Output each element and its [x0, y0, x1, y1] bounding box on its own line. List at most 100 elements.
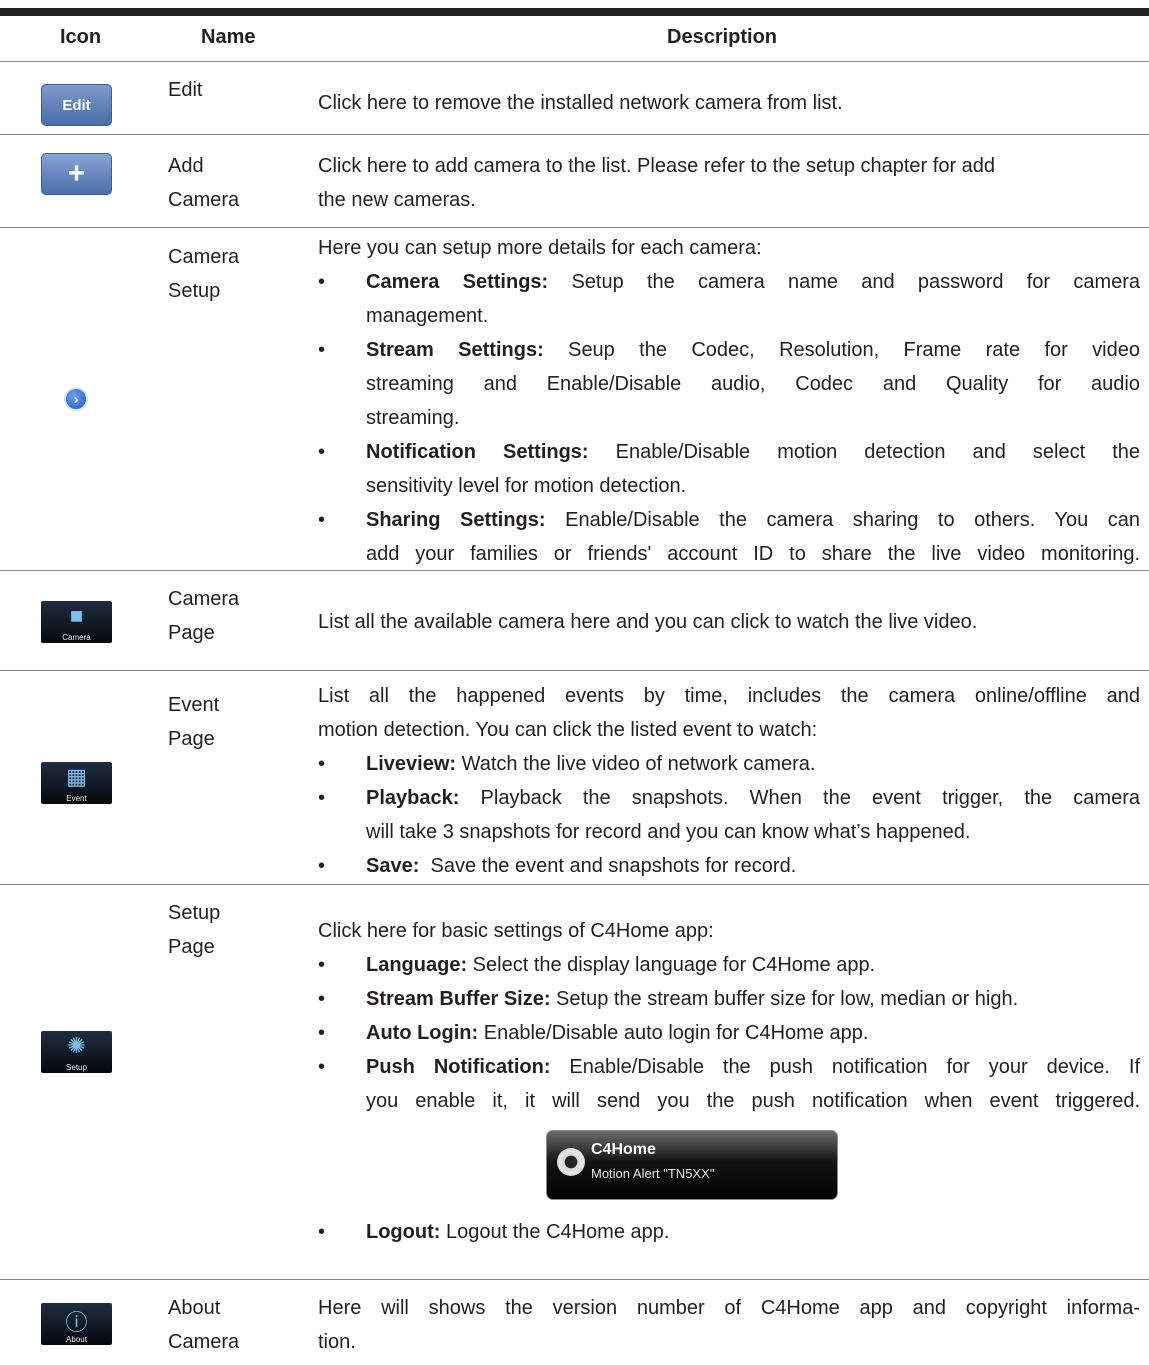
bullet-term: Playback: [366, 787, 460, 809]
bullet-line: Stream Settings: Seup the Codec, Resolut… [366, 333, 1140, 367]
name-line: Add [168, 155, 204, 177]
row-name: Camera Setup [168, 240, 239, 308]
bullet-term: Logout: [366, 1221, 441, 1243]
row-name: Event Page [168, 688, 219, 756]
row-divider [0, 134, 1149, 135]
list-item: Notification Settings: Enable/Disable mo… [318, 435, 1140, 503]
list-item: Logout: Logout the C4Home app. [318, 1215, 1140, 1249]
bullet-line: Playback: Playback the snapshots. When t… [366, 781, 1140, 815]
row-description-continued: Logout: Logout the C4Home app. [318, 1215, 1140, 1249]
row-description: List all the available camera here and y… [318, 605, 1140, 639]
bullet-term: Camera Settings: [366, 271, 549, 293]
arrow-glyph: › [73, 390, 79, 408]
tab-icon-label: Camera [62, 633, 91, 642]
name-line: Setup [168, 280, 221, 302]
bullet-text: sensitivity level for motion detection. [366, 475, 687, 497]
gear-icon: ✺ [67, 1033, 86, 1058]
bullet-text: Enable/Disable auto login for C4Home app… [478, 1022, 869, 1044]
bullet-text: Select the display language for C4Home a… [467, 954, 876, 976]
bullet-line: Logout: Logout the C4Home app. [366, 1215, 1140, 1249]
column-header-icon: Icon [60, 26, 102, 48]
description-line: Click here to add camera to the list. Pl… [318, 155, 996, 177]
list-item: Playback: Playback the snapshots. When t… [318, 781, 1140, 849]
list-item: Stream Settings: Seup the Codec, Resolut… [318, 333, 1140, 435]
name-line: Event [168, 694, 220, 716]
bullet-term: Stream Settings: [366, 339, 544, 361]
row-description: Click here to add camera to the list. Pl… [318, 149, 1140, 217]
bullet-term: Liveview: [366, 753, 457, 775]
list-item: Camera Settings: Setup the camera name a… [318, 265, 1140, 333]
calendar-glyph-icon: ▦ [66, 764, 87, 789]
list-item: Save: Save the event and snapshots for r… [318, 849, 1140, 883]
bullet-text: streaming. [366, 407, 460, 429]
row-description: Click here to remove the installed netwo… [318, 86, 1140, 120]
row-name: About Camera [168, 1291, 239, 1359]
row-divider [0, 227, 1149, 228]
bullet-text: Save the event and snapshots for record. [419, 855, 797, 877]
bullet-line: Camera Settings: Setup the camera name a… [366, 265, 1140, 299]
description-line: tion. [318, 1331, 356, 1353]
name-line: Edit [168, 79, 203, 101]
row-divider [0, 570, 1149, 571]
bullet-line: Notification Settings: Enable/Disable mo… [366, 435, 1140, 469]
row-name: Add Camera [168, 149, 239, 217]
column-header-name: Name [201, 26, 256, 48]
add-button-glyph: + [67, 157, 86, 190]
bullet-text: Enable/Disable motion detection and sele… [588, 441, 1140, 463]
description-line: the new cameras. [318, 189, 476, 211]
row-divider [0, 884, 1149, 885]
bullet-term: Sharing Settings: [366, 509, 546, 531]
detail-arrow-icon: › [64, 387, 88, 411]
edit-button-icon: Edit [41, 84, 112, 126]
column-header-description: Description [667, 26, 778, 48]
c4home-app-icon [557, 1148, 585, 1176]
setup-tab-icon: ✺ Setup [41, 1031, 112, 1073]
notification-message: Motion Alert "TN5XX" [591, 1166, 715, 1181]
bullet-line: Save: Save the event and snapshots for r… [366, 849, 1140, 883]
description-line: Here will shows the version number of C4… [318, 1297, 1140, 1319]
bullet-text: Enable/Disable the push notification for… [550, 1056, 1140, 1078]
bullet-text: Setup the stream buffer size for low, me… [550, 988, 1019, 1010]
bullet-text: streaming and Enable/Disable audio, Code… [366, 373, 1140, 395]
name-line: About [168, 1297, 221, 1319]
bullet-text: Setup the camera name and password for c… [548, 271, 1141, 293]
bullet-text: Watch the live video of network camera. [456, 753, 816, 775]
row-divider [0, 1279, 1149, 1280]
bullet-line: Liveview: Watch the live video of networ… [366, 747, 1140, 781]
bullet-text: will take 3 snapshots for record and you… [366, 821, 971, 843]
tab-icon-label: Event [66, 794, 87, 803]
push-notification-banner: C4Home Motion Alert "TN5XX" [546, 1130, 838, 1200]
tab-icon-label: Setup [66, 1063, 87, 1072]
description-line: List all the happened events by time, in… [318, 685, 1140, 707]
row-name: Edit [168, 73, 202, 107]
row-description: Click here for basic settings of C4Home … [318, 914, 1140, 1118]
bullet-text: Playback the snapshots. When the event t… [459, 787, 1140, 809]
bullet-line: Auto Login: Enable/Disable auto login fo… [366, 1016, 1140, 1050]
bullet-line: Sharing Settings: Enable/Disable the cam… [366, 503, 1140, 537]
row-description: Here you can setup more details for each… [318, 231, 1140, 571]
camera-tab-icon: ■ Camera [41, 601, 112, 643]
row-description: Here will shows the version number of C4… [318, 1291, 1140, 1359]
event-tab-icon: ▦ Event [41, 762, 112, 804]
bullet-text: Logout the C4Home app. [440, 1221, 670, 1243]
name-line: Camera [168, 588, 240, 610]
row-divider [0, 61, 1149, 62]
bullet-term: Stream Buffer Size: [366, 988, 551, 1010]
description-line: Click here to remove the installed netwo… [318, 92, 843, 114]
row-name: Camera Page [168, 582, 239, 650]
description-intro: Here you can setup more details for each… [318, 237, 762, 259]
name-line: Setup [168, 902, 221, 924]
bullet-term: Auto Login: [366, 1022, 479, 1044]
list-item: Language: Select the display language fo… [318, 948, 1140, 982]
about-tab-icon: ⓘ About [41, 1303, 112, 1345]
bullet-line: Language: Select the display language fo… [366, 948, 1140, 982]
name-line: Camera [168, 189, 240, 211]
bullet-line: Push Notification: Enable/Disable the pu… [366, 1050, 1140, 1084]
name-line: Page [168, 622, 215, 644]
list-item: Liveview: Watch the live video of networ… [318, 747, 1140, 781]
row-description: List all the happened events by time, in… [318, 679, 1140, 883]
bullet-text: add your families or friends' account ID… [366, 543, 1140, 565]
bullet-text: Seup the Codec, Resolution, Frame rate f… [543, 339, 1140, 361]
bullet-term: Language: [366, 954, 468, 976]
bullet-text: Enable/Disable the camera sharing to oth… [545, 509, 1140, 531]
